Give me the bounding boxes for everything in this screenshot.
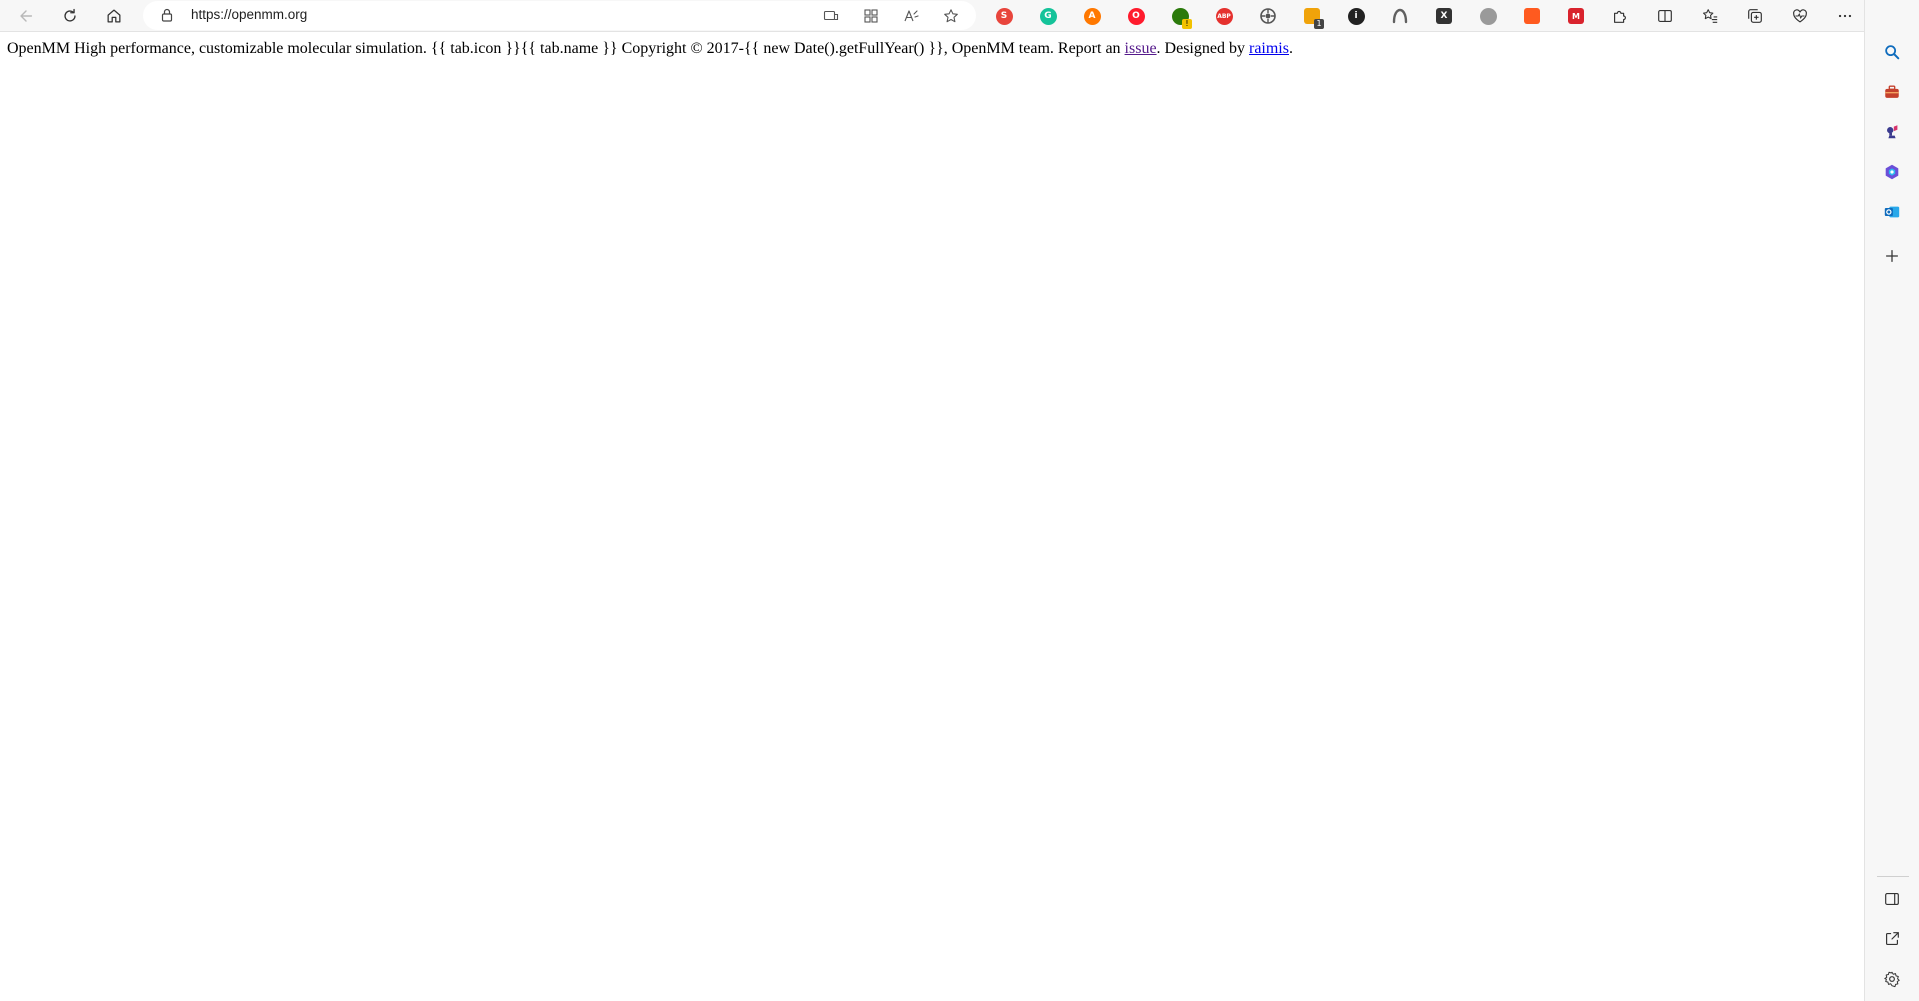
collections-button[interactable]	[1741, 2, 1769, 30]
opera-vpn-extension-icon: O	[1127, 7, 1145, 25]
browser-toolbar: https://openmm.org S G A O ! ABP 1 i X M	[0, 0, 1919, 32]
sidebar-games-button[interactable]	[1878, 118, 1906, 146]
sidebar-search-button[interactable]	[1878, 38, 1906, 66]
rewards-extension[interactable]: 1	[1301, 5, 1324, 29]
home-icon	[107, 9, 121, 23]
page-content: OpenMM High performance, customizable mo…	[0, 33, 1864, 1001]
opera-vpn-extension[interactable]: O	[1125, 5, 1147, 27]
sidebar-separator	[1877, 876, 1909, 877]
home-button[interactable]	[100, 2, 128, 30]
x-extension[interactable]: X	[1433, 5, 1455, 27]
open-external-icon	[1886, 932, 1899, 945]
favorite-star-icon	[944, 9, 958, 23]
back-button[interactable]	[12, 2, 40, 30]
browser-essentials-button[interactable]	[1786, 2, 1814, 30]
lock-extension-icon	[1524, 8, 1540, 24]
add-icon	[1885, 249, 1899, 263]
info-extension-icon: i	[1347, 7, 1365, 25]
edge-sidebar	[1864, 0, 1919, 1001]
favorite-button[interactable]	[941, 6, 961, 26]
browser-essentials-icon	[1793, 9, 1807, 23]
chat-bubble-extension-icon	[1479, 7, 1497, 25]
lock-extension[interactable]	[1521, 5, 1543, 27]
avast-extension-icon: A	[1083, 7, 1101, 25]
page-text: OpenMM High performance, customizable mo…	[7, 40, 1293, 58]
globe-extension[interactable]: !	[1169, 5, 1192, 29]
url-text[interactable]: https://openmm.org	[191, 7, 307, 22]
page-text-between: . Designed by	[1156, 40, 1249, 57]
sidebar-tools-button[interactable]	[1878, 78, 1906, 106]
read-aloud-button[interactable]	[901, 6, 921, 26]
split-screen-icon	[1658, 10, 1672, 22]
grammarly-extension-icon: G	[1039, 7, 1057, 25]
tools-icon	[1885, 85, 1899, 98]
sidebar-settings-icon	[1884, 971, 1900, 988]
more-options-button[interactable]	[1831, 2, 1859, 30]
collections-icon	[1748, 9, 1762, 23]
games-icon	[1887, 125, 1898, 139]
back-icon	[20, 10, 33, 22]
app-available-icon	[823, 10, 839, 21]
refresh-button[interactable]	[56, 2, 84, 30]
address-bar[interactable]: https://openmm.org	[143, 1, 976, 30]
hide-sidebar-button[interactable]	[1878, 885, 1906, 913]
search-icon	[1885, 45, 1900, 60]
extensions-puzzle-icon	[1614, 10, 1626, 23]
outlook-icon	[1884, 206, 1900, 218]
mm-extension[interactable]: M	[1565, 5, 1587, 27]
summarize-extension[interactable]: S	[993, 5, 1015, 27]
site-info-lock-icon[interactable]	[159, 7, 175, 23]
app-available-button[interactable]	[821, 6, 841, 26]
sidebar-microsoft365-button[interactable]	[1878, 158, 1906, 186]
sidebar-settings-button[interactable]	[1878, 965, 1906, 993]
page-text-main: OpenMM High performance, customizable mo…	[7, 40, 1125, 57]
extensions-grid-icon	[864, 9, 878, 23]
adblock-plus-extension[interactable]: ABP	[1213, 5, 1235, 27]
info-extension[interactable]: i	[1345, 5, 1367, 27]
extensions-grid-button[interactable]	[861, 6, 881, 26]
open-external-button[interactable]	[1878, 925, 1906, 953]
mm-extension-icon: M	[1568, 8, 1584, 24]
grammarly-extension[interactable]: G	[1037, 5, 1059, 27]
sidebar-outlook-button[interactable]	[1878, 198, 1906, 226]
summarize-extension-icon: S	[995, 7, 1013, 25]
extensions-button[interactable]	[1606, 2, 1634, 30]
issue-link[interactable]: issue	[1125, 40, 1157, 57]
designer-link[interactable]: raimis	[1249, 40, 1289, 57]
favorites-button[interactable]	[1696, 2, 1724, 30]
split-screen-button[interactable]	[1651, 2, 1679, 30]
adblock-plus-extension-icon: ABP	[1215, 7, 1233, 25]
favorites-icon	[1702, 9, 1718, 23]
microsoft365-icon	[1885, 164, 1899, 180]
sidebar-add-button[interactable]	[1878, 242, 1906, 270]
arc-extension-icon	[1392, 8, 1408, 24]
chat-bubble-extension[interactable]	[1477, 5, 1499, 27]
x-extension-icon: X	[1436, 8, 1452, 24]
hide-sidebar-icon	[1885, 893, 1899, 905]
read-aloud-icon	[904, 10, 919, 22]
avast-extension[interactable]: A	[1081, 5, 1103, 27]
settings-wheel-extension[interactable]	[1257, 5, 1279, 27]
arc-extension[interactable]	[1389, 5, 1411, 27]
more-options-icon	[1838, 14, 1852, 18]
refresh-icon	[64, 8, 76, 22]
settings-wheel-extension-icon	[1260, 8, 1276, 24]
globe-extension-badge: !	[1182, 19, 1192, 29]
page-text-end: .	[1288, 40, 1293, 57]
rewards-extension-badge: 1	[1314, 19, 1324, 29]
